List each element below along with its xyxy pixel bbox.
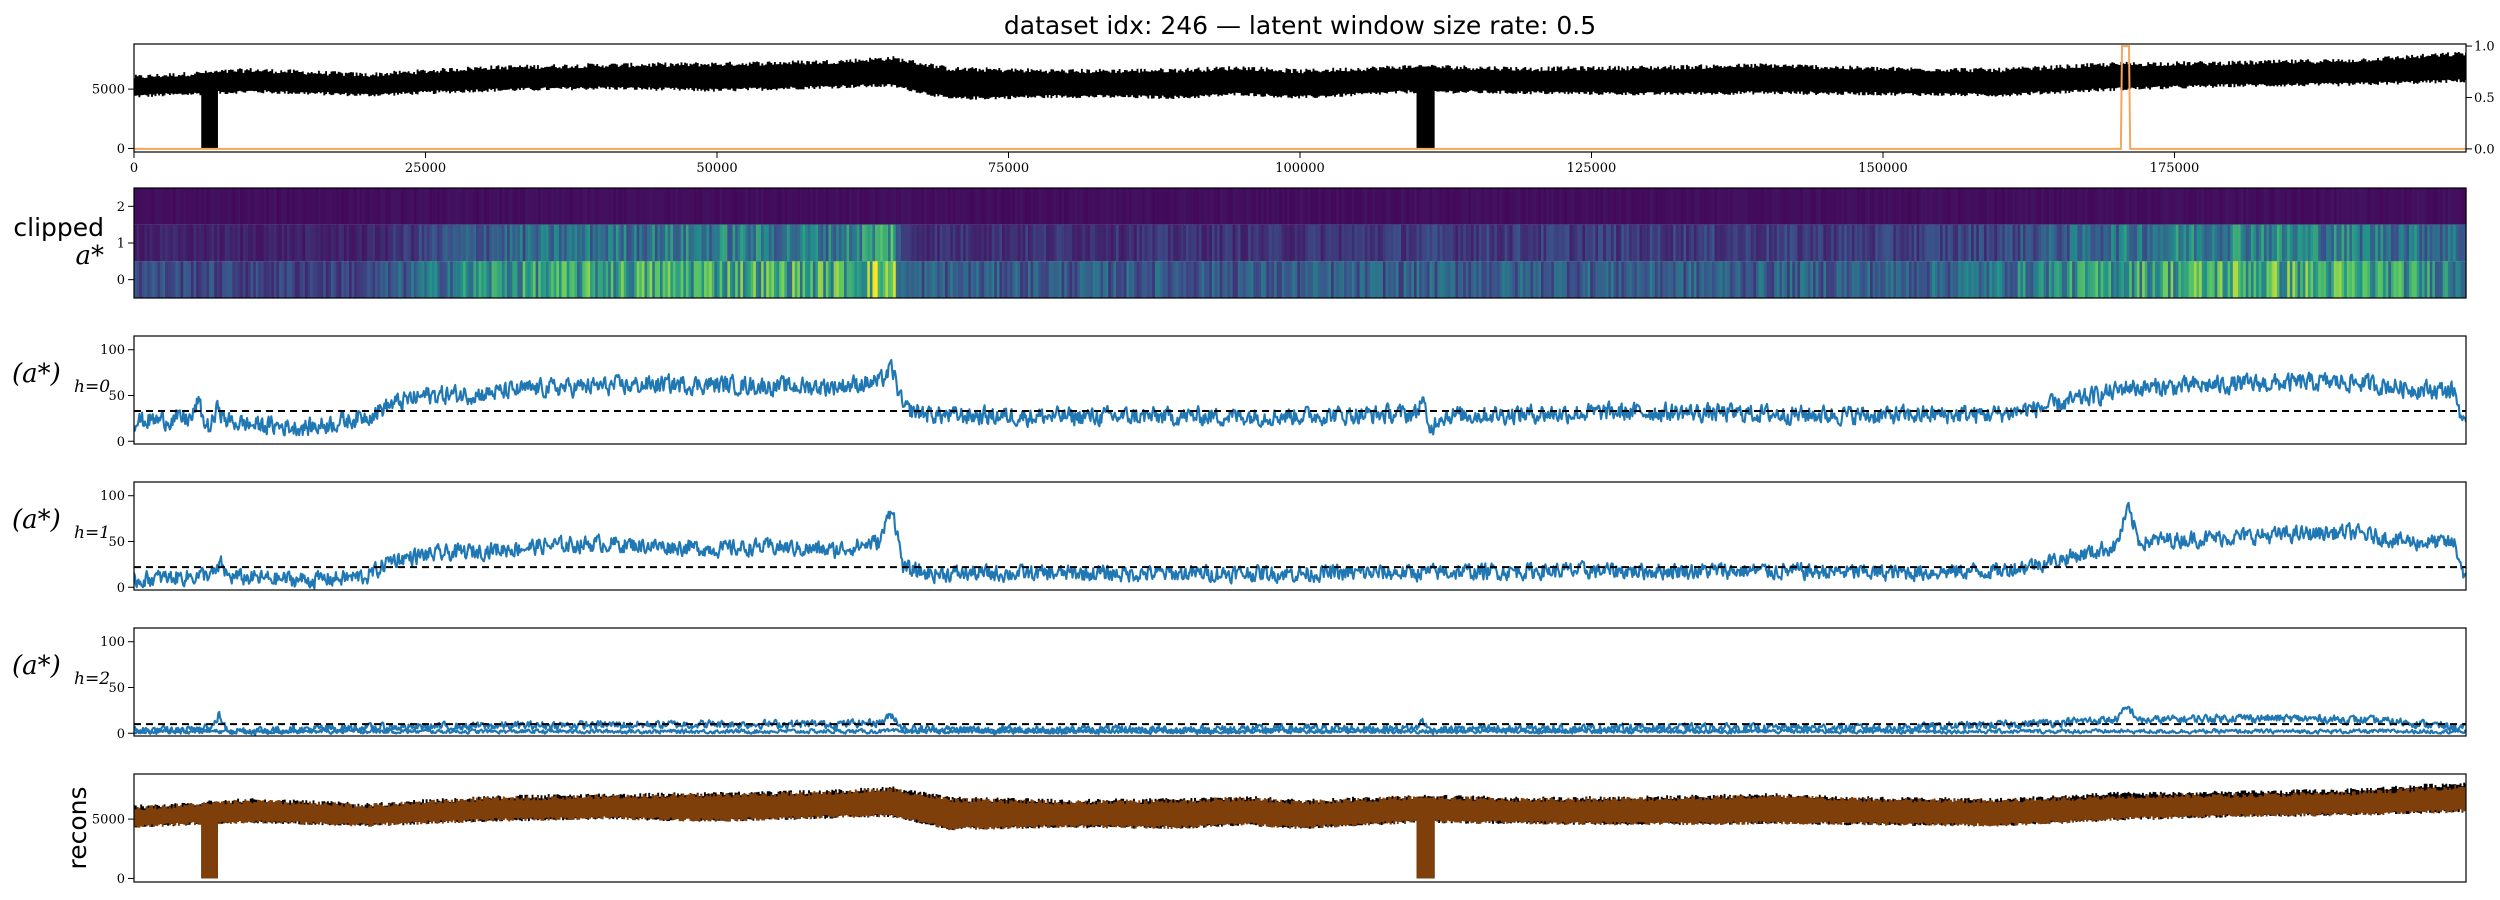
h1-ylabel-main: (a*): [12, 505, 61, 535]
input-xtick-label: 50000: [696, 161, 737, 176]
h1-ytick-label: 0: [117, 581, 125, 596]
h0-series-0-line: [134, 358, 2466, 437]
input-series-0-band: [134, 52, 2466, 149]
input-xtick-label: 100000: [1275, 161, 1325, 176]
clipped-ytick-label: 2: [117, 200, 125, 215]
input-xtick-label: 150000: [1858, 161, 1908, 176]
h1-series-0-line: [134, 501, 2466, 590]
recons-series-1-band: [134, 785, 2466, 879]
input-xtick-label: 175000: [2150, 161, 2200, 176]
h0-ylabel: (a*): [12, 359, 61, 389]
recons-series-1: [134, 785, 2466, 879]
clipped-ytick-label: 1: [117, 237, 125, 252]
input-series-0-drop-1: [1416, 66, 1435, 149]
h2-ylabel-sub: h=2: [74, 669, 110, 689]
recons-series-0-band: [134, 782, 2466, 879]
clipped-ylabel: clipped: [13, 213, 104, 242]
input-xtick-label: 25000: [405, 161, 446, 176]
h0-ytick-label: 0: [117, 435, 125, 450]
h2-ytick-label: 50: [108, 681, 125, 696]
input-series-0: [134, 52, 2466, 149]
h0-axes-frame: [133, 335, 2467, 445]
figure: dataset idx: 246 — latent window size ra…: [12, 11, 2495, 887]
input-y2tick-label: 0.0: [2474, 142, 2495, 157]
clipped-ylabel-math: a*: [75, 241, 104, 271]
h2-plot-area: [134, 705, 2466, 736]
panels: 050000 25000 50000 75000 100000 125000 150000 1…: [12, 40, 2495, 887]
h2-ytick-label: 0: [117, 727, 125, 742]
h1-ylabel: (a*): [12, 505, 61, 535]
h2-ylabel-main: (a*): [12, 651, 61, 681]
recons-series-0: [134, 782, 2466, 879]
h0-ytick-label: 50: [108, 389, 125, 404]
h0-ylabel-sub: h=0: [74, 377, 110, 397]
h0-ytick-label: 100: [100, 343, 125, 358]
h1-ytick-label: 100: [100, 489, 125, 504]
recons-ytick-label: 5000: [92, 813, 125, 828]
input-y2tick-label: 0.5: [2474, 91, 2495, 106]
input-xtick-label: 125000: [1567, 161, 1617, 176]
input-ytick-label: 0: [117, 142, 125, 157]
input-xtick-label: 75000: [988, 161, 1029, 176]
h2-ylabel: (a*): [12, 651, 61, 681]
clipped-row-h1: [134, 224, 2467, 262]
recons-series-1-drop-0: [201, 804, 218, 879]
h1-ylabel-sub: h=1: [74, 523, 110, 543]
figure-title: dataset idx: 246 — latent window size ra…: [1004, 11, 1596, 40]
h1-ytick-label: 50: [108, 535, 125, 550]
input-ytick-label: 5000: [92, 83, 125, 98]
recons-ytick-label: 0: [117, 872, 125, 887]
recons-ylabel: recons: [63, 786, 92, 869]
clipped-row-h2: [134, 188, 2467, 225]
h1-plot-area: [134, 501, 2466, 590]
h2-ytick-label: 100: [100, 635, 125, 650]
input-xtick-label: 0: [130, 161, 138, 176]
recons-plot-area: [134, 782, 2466, 879]
input-series-0-drop-0: [201, 73, 218, 149]
input-y2tick-label: 1.0: [2474, 40, 2495, 55]
h0-ylabel-main: (a*): [12, 359, 61, 389]
recons-series-1-drop-1: [1416, 797, 1435, 879]
clipped-row-h0: [134, 261, 2467, 298]
h1-axes-frame: [133, 481, 2467, 591]
clipped-ytick-label: 0: [117, 273, 125, 288]
input-plot-area: [134, 45, 2466, 150]
h0-plot-area: [134, 358, 2466, 437]
